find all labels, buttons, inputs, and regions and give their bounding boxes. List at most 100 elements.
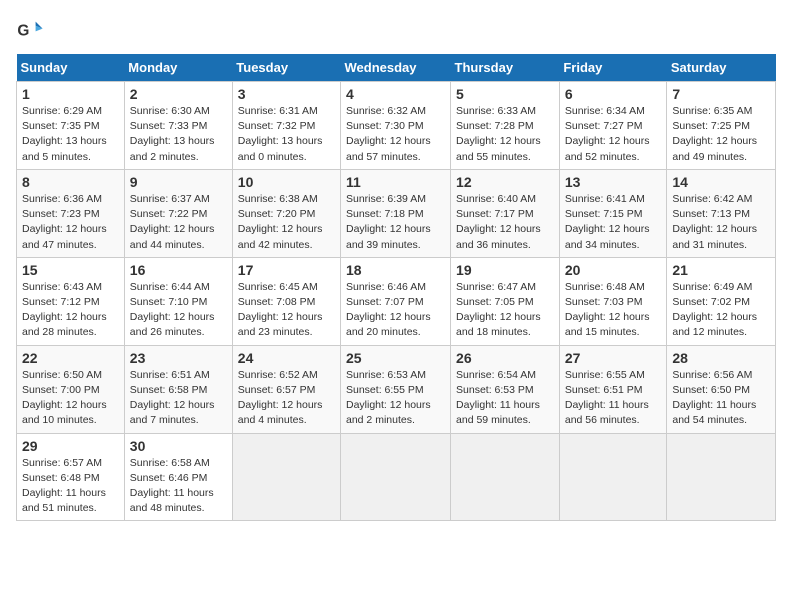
day-info: Sunrise: 6:46 AM Sunset: 7:07 PM Dayligh… [346, 280, 445, 341]
calendar-cell [341, 433, 451, 521]
calendar-cell: 13 Sunrise: 6:41 AM Sunset: 7:15 PM Dayl… [559, 169, 667, 257]
logo-icon: G [16, 16, 44, 44]
calendar-cell [232, 433, 340, 521]
day-info: Sunrise: 6:34 AM Sunset: 7:27 PM Dayligh… [565, 104, 662, 165]
day-info: Sunrise: 6:32 AM Sunset: 7:30 PM Dayligh… [346, 104, 445, 165]
calendar-cell: 7 Sunrise: 6:35 AM Sunset: 7:25 PM Dayli… [667, 82, 776, 170]
day-info: Sunrise: 6:50 AM Sunset: 7:00 PM Dayligh… [22, 368, 119, 429]
day-info: Sunrise: 6:45 AM Sunset: 7:08 PM Dayligh… [238, 280, 335, 341]
calendar-header-row: SundayMondayTuesdayWednesdayThursdayFrid… [17, 54, 776, 82]
day-number: 25 [346, 350, 445, 366]
day-info: Sunrise: 6:37 AM Sunset: 7:22 PM Dayligh… [130, 192, 227, 253]
calendar-cell: 30 Sunrise: 6:58 AM Sunset: 6:46 PM Dayl… [124, 433, 232, 521]
calendar-cell: 22 Sunrise: 6:50 AM Sunset: 7:00 PM Dayl… [17, 345, 125, 433]
day-info: Sunrise: 6:58 AM Sunset: 6:46 PM Dayligh… [130, 456, 227, 517]
day-number: 5 [456, 86, 554, 102]
day-number: 26 [456, 350, 554, 366]
day-info: Sunrise: 6:36 AM Sunset: 7:23 PM Dayligh… [22, 192, 119, 253]
calendar-cell: 28 Sunrise: 6:56 AM Sunset: 6:50 PM Dayl… [667, 345, 776, 433]
day-info: Sunrise: 6:49 AM Sunset: 7:02 PM Dayligh… [672, 280, 770, 341]
calendar-cell: 29 Sunrise: 6:57 AM Sunset: 6:48 PM Dayl… [17, 433, 125, 521]
day-info: Sunrise: 6:56 AM Sunset: 6:50 PM Dayligh… [672, 368, 770, 429]
day-number: 27 [565, 350, 662, 366]
day-info: Sunrise: 6:33 AM Sunset: 7:28 PM Dayligh… [456, 104, 554, 165]
day-number: 19 [456, 262, 554, 278]
calendar-cell: 9 Sunrise: 6:37 AM Sunset: 7:22 PM Dayli… [124, 169, 232, 257]
day-number: 17 [238, 262, 335, 278]
calendar-cell: 11 Sunrise: 6:39 AM Sunset: 7:18 PM Dayl… [341, 169, 451, 257]
day-number: 16 [130, 262, 227, 278]
calendar-cell: 3 Sunrise: 6:31 AM Sunset: 7:32 PM Dayli… [232, 82, 340, 170]
calendar-week-row: 15 Sunrise: 6:43 AM Sunset: 7:12 PM Dayl… [17, 257, 776, 345]
day-info: Sunrise: 6:29 AM Sunset: 7:35 PM Dayligh… [22, 104, 119, 165]
day-info: Sunrise: 6:47 AM Sunset: 7:05 PM Dayligh… [456, 280, 554, 341]
day-info: Sunrise: 6:57 AM Sunset: 6:48 PM Dayligh… [22, 456, 119, 517]
day-number: 3 [238, 86, 335, 102]
calendar-cell [559, 433, 667, 521]
day-number: 22 [22, 350, 119, 366]
calendar-week-row: 1 Sunrise: 6:29 AM Sunset: 7:35 PM Dayli… [17, 82, 776, 170]
calendar-cell: 24 Sunrise: 6:52 AM Sunset: 6:57 PM Dayl… [232, 345, 340, 433]
calendar-cell: 2 Sunrise: 6:30 AM Sunset: 7:33 PM Dayli… [124, 82, 232, 170]
calendar-cell: 23 Sunrise: 6:51 AM Sunset: 6:58 PM Dayl… [124, 345, 232, 433]
calendar-cell: 4 Sunrise: 6:32 AM Sunset: 7:30 PM Dayli… [341, 82, 451, 170]
day-info: Sunrise: 6:48 AM Sunset: 7:03 PM Dayligh… [565, 280, 662, 341]
calendar-cell: 18 Sunrise: 6:46 AM Sunset: 7:07 PM Dayl… [341, 257, 451, 345]
calendar-cell: 1 Sunrise: 6:29 AM Sunset: 7:35 PM Dayli… [17, 82, 125, 170]
day-number: 28 [672, 350, 770, 366]
calendar-cell: 8 Sunrise: 6:36 AM Sunset: 7:23 PM Dayli… [17, 169, 125, 257]
header-saturday: Saturday [667, 54, 776, 82]
day-number: 2 [130, 86, 227, 102]
day-number: 7 [672, 86, 770, 102]
calendar-cell: 17 Sunrise: 6:45 AM Sunset: 7:08 PM Dayl… [232, 257, 340, 345]
calendar-cell: 21 Sunrise: 6:49 AM Sunset: 7:02 PM Dayl… [667, 257, 776, 345]
calendar-cell: 15 Sunrise: 6:43 AM Sunset: 7:12 PM Dayl… [17, 257, 125, 345]
day-number: 8 [22, 174, 119, 190]
day-number: 15 [22, 262, 119, 278]
calendar-cell: 6 Sunrise: 6:34 AM Sunset: 7:27 PM Dayli… [559, 82, 667, 170]
day-number: 11 [346, 174, 445, 190]
header-thursday: Thursday [451, 54, 560, 82]
day-number: 29 [22, 438, 119, 454]
day-info: Sunrise: 6:38 AM Sunset: 7:20 PM Dayligh… [238, 192, 335, 253]
day-info: Sunrise: 6:51 AM Sunset: 6:58 PM Dayligh… [130, 368, 227, 429]
day-number: 23 [130, 350, 227, 366]
svg-text:G: G [17, 23, 29, 40]
logo: G [16, 16, 48, 44]
day-number: 20 [565, 262, 662, 278]
day-number: 24 [238, 350, 335, 366]
day-number: 18 [346, 262, 445, 278]
day-info: Sunrise: 6:42 AM Sunset: 7:13 PM Dayligh… [672, 192, 770, 253]
day-info: Sunrise: 6:40 AM Sunset: 7:17 PM Dayligh… [456, 192, 554, 253]
day-number: 10 [238, 174, 335, 190]
calendar-cell: 26 Sunrise: 6:54 AM Sunset: 6:53 PM Dayl… [451, 345, 560, 433]
calendar-cell: 19 Sunrise: 6:47 AM Sunset: 7:05 PM Dayl… [451, 257, 560, 345]
day-info: Sunrise: 6:39 AM Sunset: 7:18 PM Dayligh… [346, 192, 445, 253]
day-info: Sunrise: 6:52 AM Sunset: 6:57 PM Dayligh… [238, 368, 335, 429]
day-number: 6 [565, 86, 662, 102]
day-number: 1 [22, 86, 119, 102]
day-number: 21 [672, 262, 770, 278]
header-sunday: Sunday [17, 54, 125, 82]
calendar-cell [667, 433, 776, 521]
day-number: 12 [456, 174, 554, 190]
calendar-cell: 14 Sunrise: 6:42 AM Sunset: 7:13 PM Dayl… [667, 169, 776, 257]
day-info: Sunrise: 6:43 AM Sunset: 7:12 PM Dayligh… [22, 280, 119, 341]
day-info: Sunrise: 6:54 AM Sunset: 6:53 PM Dayligh… [456, 368, 554, 429]
calendar-week-row: 22 Sunrise: 6:50 AM Sunset: 7:00 PM Dayl… [17, 345, 776, 433]
day-number: 9 [130, 174, 227, 190]
header-tuesday: Tuesday [232, 54, 340, 82]
header-monday: Monday [124, 54, 232, 82]
day-number: 13 [565, 174, 662, 190]
calendar-cell: 16 Sunrise: 6:44 AM Sunset: 7:10 PM Dayl… [124, 257, 232, 345]
day-info: Sunrise: 6:44 AM Sunset: 7:10 PM Dayligh… [130, 280, 227, 341]
day-number: 30 [130, 438, 227, 454]
day-info: Sunrise: 6:53 AM Sunset: 6:55 PM Dayligh… [346, 368, 445, 429]
calendar-cell: 25 Sunrise: 6:53 AM Sunset: 6:55 PM Dayl… [341, 345, 451, 433]
calendar-cell: 27 Sunrise: 6:55 AM Sunset: 6:51 PM Dayl… [559, 345, 667, 433]
day-number: 14 [672, 174, 770, 190]
calendar-cell: 12 Sunrise: 6:40 AM Sunset: 7:17 PM Dayl… [451, 169, 560, 257]
day-info: Sunrise: 6:41 AM Sunset: 7:15 PM Dayligh… [565, 192, 662, 253]
header: G [16, 16, 776, 44]
day-number: 4 [346, 86, 445, 102]
